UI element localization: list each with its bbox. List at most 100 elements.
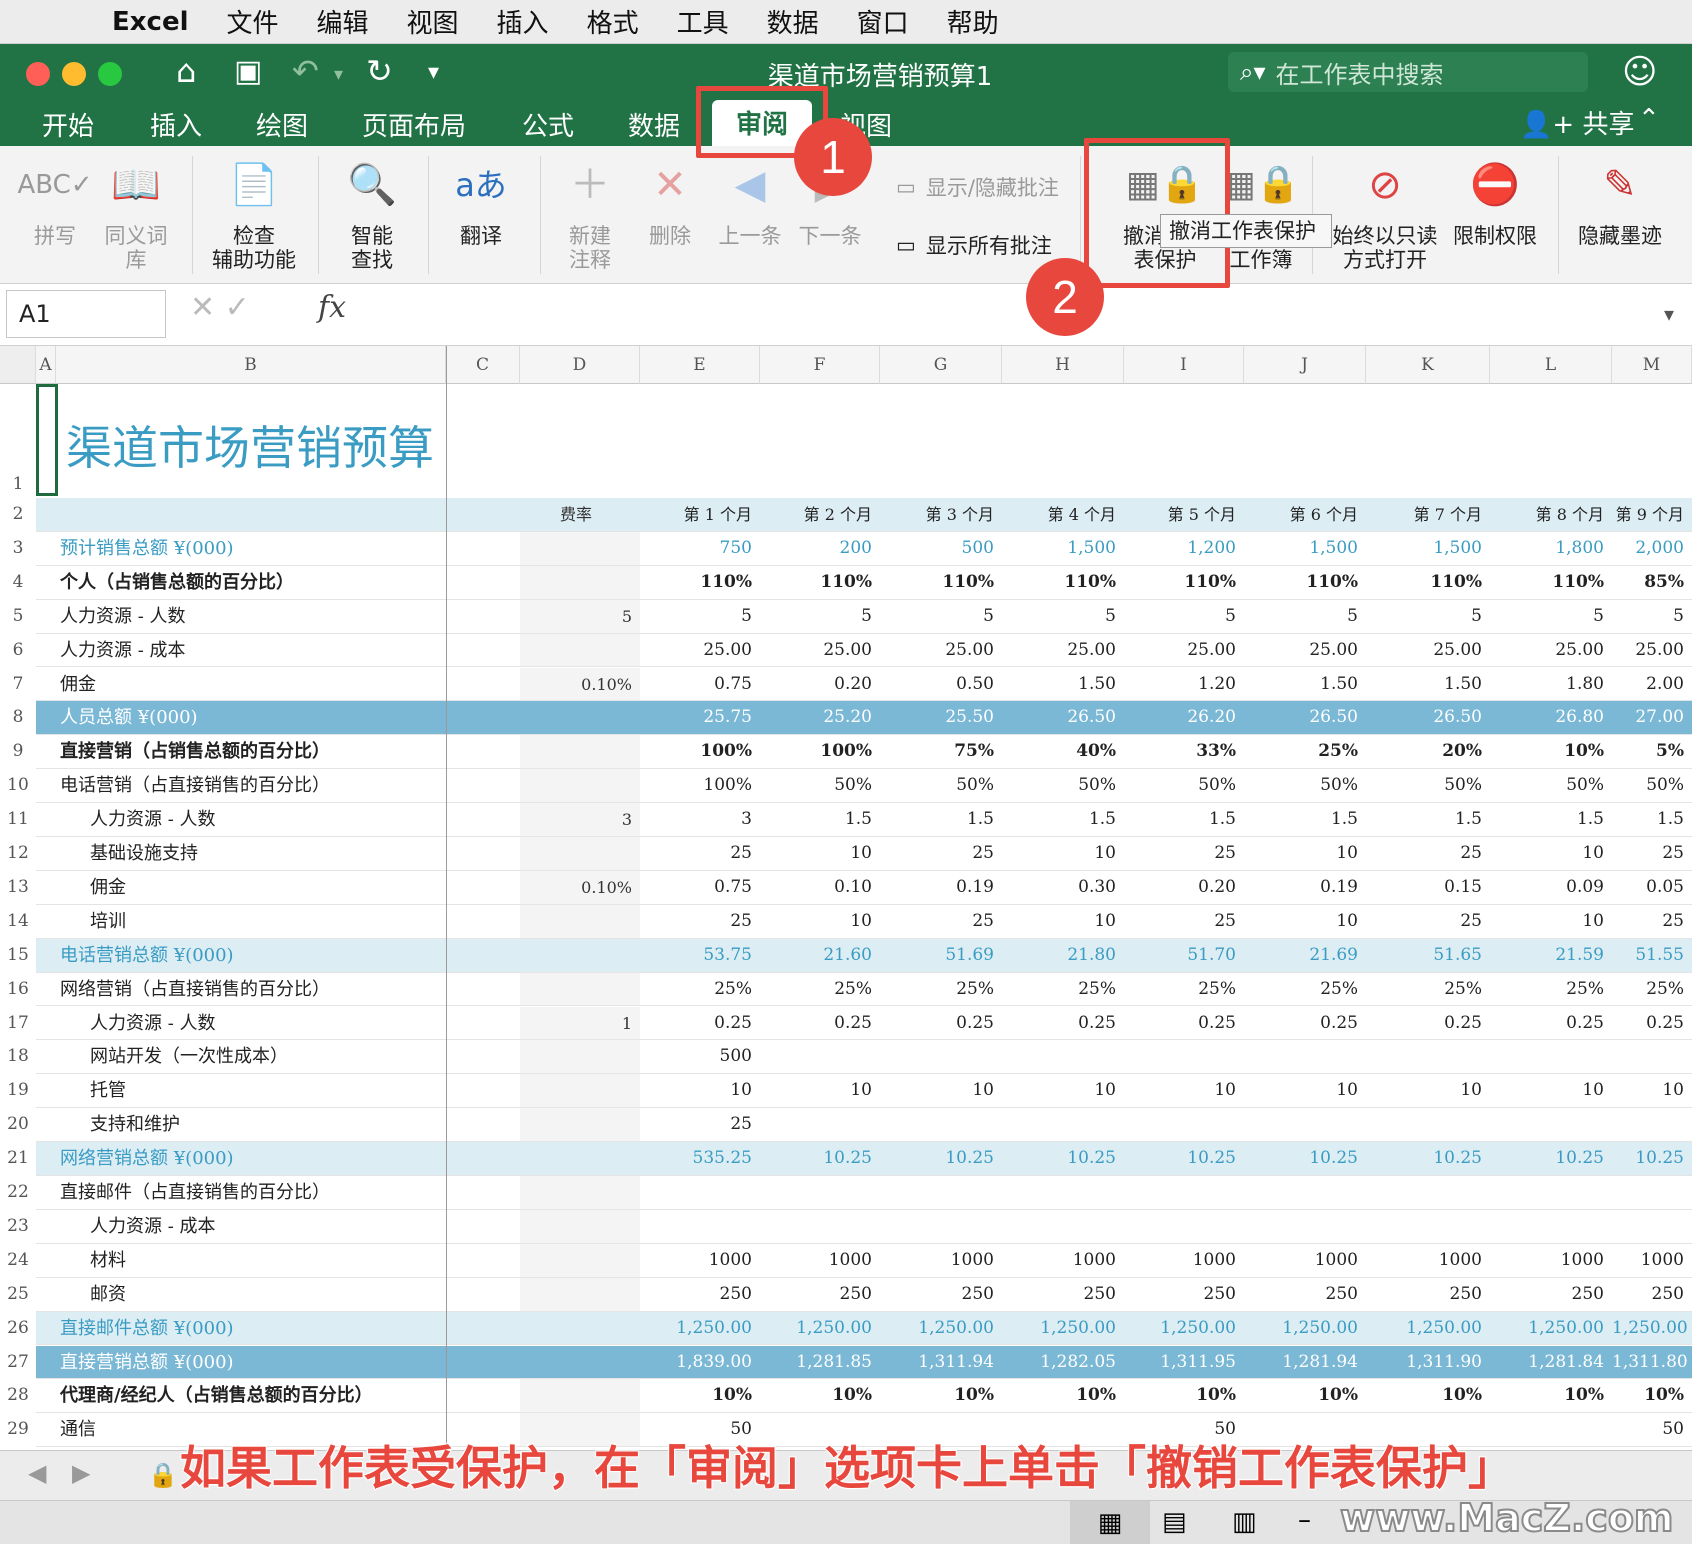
value-cell[interactable] xyxy=(1002,1176,1124,1209)
rate-cell[interactable]: 0.10% xyxy=(520,668,640,701)
value-cell[interactable]: 1,311.95 xyxy=(1124,1346,1244,1379)
spelling-button[interactable]: ABC✓ 拼写 xyxy=(17,146,92,284)
value-cell[interactable]: 1,500 xyxy=(1002,532,1124,565)
value-cell[interactable]: 10 xyxy=(1244,1074,1366,1107)
column-header-m[interactable]: M xyxy=(1612,346,1692,384)
value-cell[interactable] xyxy=(1124,1176,1244,1209)
column-header-e[interactable]: E xyxy=(640,346,760,384)
value-cell[interactable] xyxy=(880,1108,1002,1141)
value-cell[interactable]: 1,281.85 xyxy=(760,1346,880,1379)
value-cell[interactable]: 25% xyxy=(1244,735,1366,768)
value-cell[interactable]: 100% xyxy=(760,735,880,768)
row-number[interactable]: 1 xyxy=(0,474,36,494)
value-cell[interactable]: 25 xyxy=(1366,905,1490,938)
value-cell[interactable]: 10.25 xyxy=(760,1142,880,1175)
value-cell[interactable]: 40% xyxy=(1002,735,1124,768)
month-header[interactable]: 第 9 个月 xyxy=(1612,498,1692,531)
value-cell[interactable]: 500 xyxy=(640,1040,760,1073)
tab-page-layout[interactable]: 页面布局 xyxy=(362,106,466,143)
next-sheet-icon[interactable]: ▶ xyxy=(72,1459,90,1487)
value-cell[interactable]: 25.00 xyxy=(1124,634,1244,667)
row-number[interactable]: 2 xyxy=(0,504,36,524)
row-label[interactable]: 电话营销（占直接销售的百分比） xyxy=(60,769,330,802)
value-cell[interactable] xyxy=(1124,1040,1244,1073)
value-cell[interactable]: 250 xyxy=(880,1278,1002,1311)
value-cell[interactable]: 0.25 xyxy=(1124,1007,1244,1040)
value-cell[interactable]: 51.65 xyxy=(1366,939,1490,972)
value-cell[interactable]: 0.25 xyxy=(1612,1007,1692,1040)
home-icon[interactable]: ⌂ xyxy=(176,52,196,90)
column-header-h[interactable]: H xyxy=(1002,346,1124,384)
value-cell[interactable]: 10 xyxy=(1002,837,1124,870)
row-number[interactable]: 8 xyxy=(0,707,36,727)
value-cell[interactable]: 1.50 xyxy=(1244,668,1366,701)
menu-file[interactable]: 文件 xyxy=(227,3,279,40)
select-all-corner[interactable] xyxy=(0,346,36,384)
value-cell[interactable]: 50% xyxy=(760,769,880,802)
value-cell[interactable]: 50% xyxy=(1244,769,1366,802)
value-cell[interactable]: 2,000 xyxy=(1612,532,1692,565)
column-header-b[interactable]: B xyxy=(56,346,446,384)
always-open-readonly-button[interactable]: ⊘ 始终以只读 方式打开 xyxy=(1330,146,1440,284)
page-layout-view-icon[interactable]: ▤ xyxy=(1162,1507,1187,1537)
value-cell[interactable]: 25% xyxy=(1612,973,1692,1006)
prev-sheet-icon[interactable]: ◀ xyxy=(28,1459,46,1487)
value-cell[interactable]: 1000 xyxy=(1124,1244,1244,1277)
column-header-j[interactable]: J xyxy=(1244,346,1366,384)
rate-cell[interactable]: 5 xyxy=(520,600,640,633)
value-cell[interactable]: 10 xyxy=(640,1074,760,1107)
value-cell[interactable]: 10 xyxy=(1244,837,1366,870)
value-cell[interactable]: 10 xyxy=(1612,1074,1692,1107)
row-number[interactable]: 26 xyxy=(0,1318,36,1338)
value-cell[interactable]: 250 xyxy=(640,1278,760,1311)
value-cell[interactable]: 10 xyxy=(760,905,880,938)
row-number[interactable]: 18 xyxy=(0,1046,36,1066)
value-cell[interactable]: 1000 xyxy=(640,1244,760,1277)
value-cell[interactable] xyxy=(640,1210,760,1243)
value-cell[interactable]: 100% xyxy=(640,769,760,802)
tab-home[interactable]: 开始 xyxy=(42,106,94,143)
value-cell[interactable]: 1,250.00 xyxy=(640,1312,760,1345)
value-cell[interactable] xyxy=(1612,1108,1692,1141)
row-number[interactable]: 20 xyxy=(0,1114,36,1134)
month-header[interactable]: 第 1 个月 xyxy=(640,498,760,531)
row-label[interactable]: 人力资源 - 人数 xyxy=(60,600,186,633)
row-label[interactable]: 佣金 xyxy=(90,871,126,904)
value-cell[interactable]: 0.15 xyxy=(1366,871,1490,904)
value-cell[interactable]: 26.50 xyxy=(1002,701,1124,734)
value-cell[interactable]: 25.75 xyxy=(640,701,760,734)
row-label[interactable]: 人力资源 - 人数 xyxy=(90,1007,216,1040)
value-cell[interactable]: 25% xyxy=(880,973,1002,1006)
thesaurus-button[interactable]: 📖 同义词 库 xyxy=(96,146,176,284)
sheet-title[interactable]: 渠道市场营销预算 xyxy=(66,412,434,478)
month-header[interactable]: 第 8 个月 xyxy=(1490,498,1612,531)
value-cell[interactable]: 33% xyxy=(1124,735,1244,768)
rate-cell[interactable]: 3 xyxy=(520,803,640,836)
value-cell[interactable]: 1.5 xyxy=(1244,803,1366,836)
page-break-view-icon[interactable]: ▥ xyxy=(1232,1507,1257,1537)
value-cell[interactable]: 26.50 xyxy=(1244,701,1366,734)
value-cell[interactable]: 50 xyxy=(1612,1413,1692,1446)
tab-draw[interactable]: 绘图 xyxy=(256,106,308,143)
row-number[interactable]: 23 xyxy=(0,1216,36,1236)
zoom-out-icon[interactable]: – xyxy=(1298,1505,1311,1535)
row-label[interactable]: 材料 xyxy=(90,1244,126,1277)
value-cell[interactable] xyxy=(1002,1108,1124,1141)
value-cell[interactable]: 110% xyxy=(1244,566,1366,599)
row-number[interactable]: 27 xyxy=(0,1352,36,1372)
row-number[interactable]: 13 xyxy=(0,877,36,897)
row-number[interactable]: 9 xyxy=(0,741,36,761)
customize-toolbar-icon[interactable]: ▾ xyxy=(428,60,439,85)
value-cell[interactable]: 51.70 xyxy=(1124,939,1244,972)
column-header-a[interactable]: A xyxy=(36,346,56,384)
value-cell[interactable]: 75% xyxy=(880,735,1002,768)
smart-lookup-button[interactable]: 🔍 智能 查找 xyxy=(326,146,418,284)
previous-comment-button[interactable]: ◀ 上一条 xyxy=(712,146,788,284)
value-cell[interactable]: 21.80 xyxy=(1002,939,1124,972)
value-cell[interactable] xyxy=(760,1210,880,1243)
row-label[interactable]: 电话营销总额 ¥(000) xyxy=(60,939,234,972)
value-cell[interactable] xyxy=(1002,1210,1124,1243)
value-cell[interactable]: 5 xyxy=(1490,600,1612,633)
value-cell[interactable] xyxy=(1366,1108,1490,1141)
value-cell[interactable] xyxy=(1244,1210,1366,1243)
